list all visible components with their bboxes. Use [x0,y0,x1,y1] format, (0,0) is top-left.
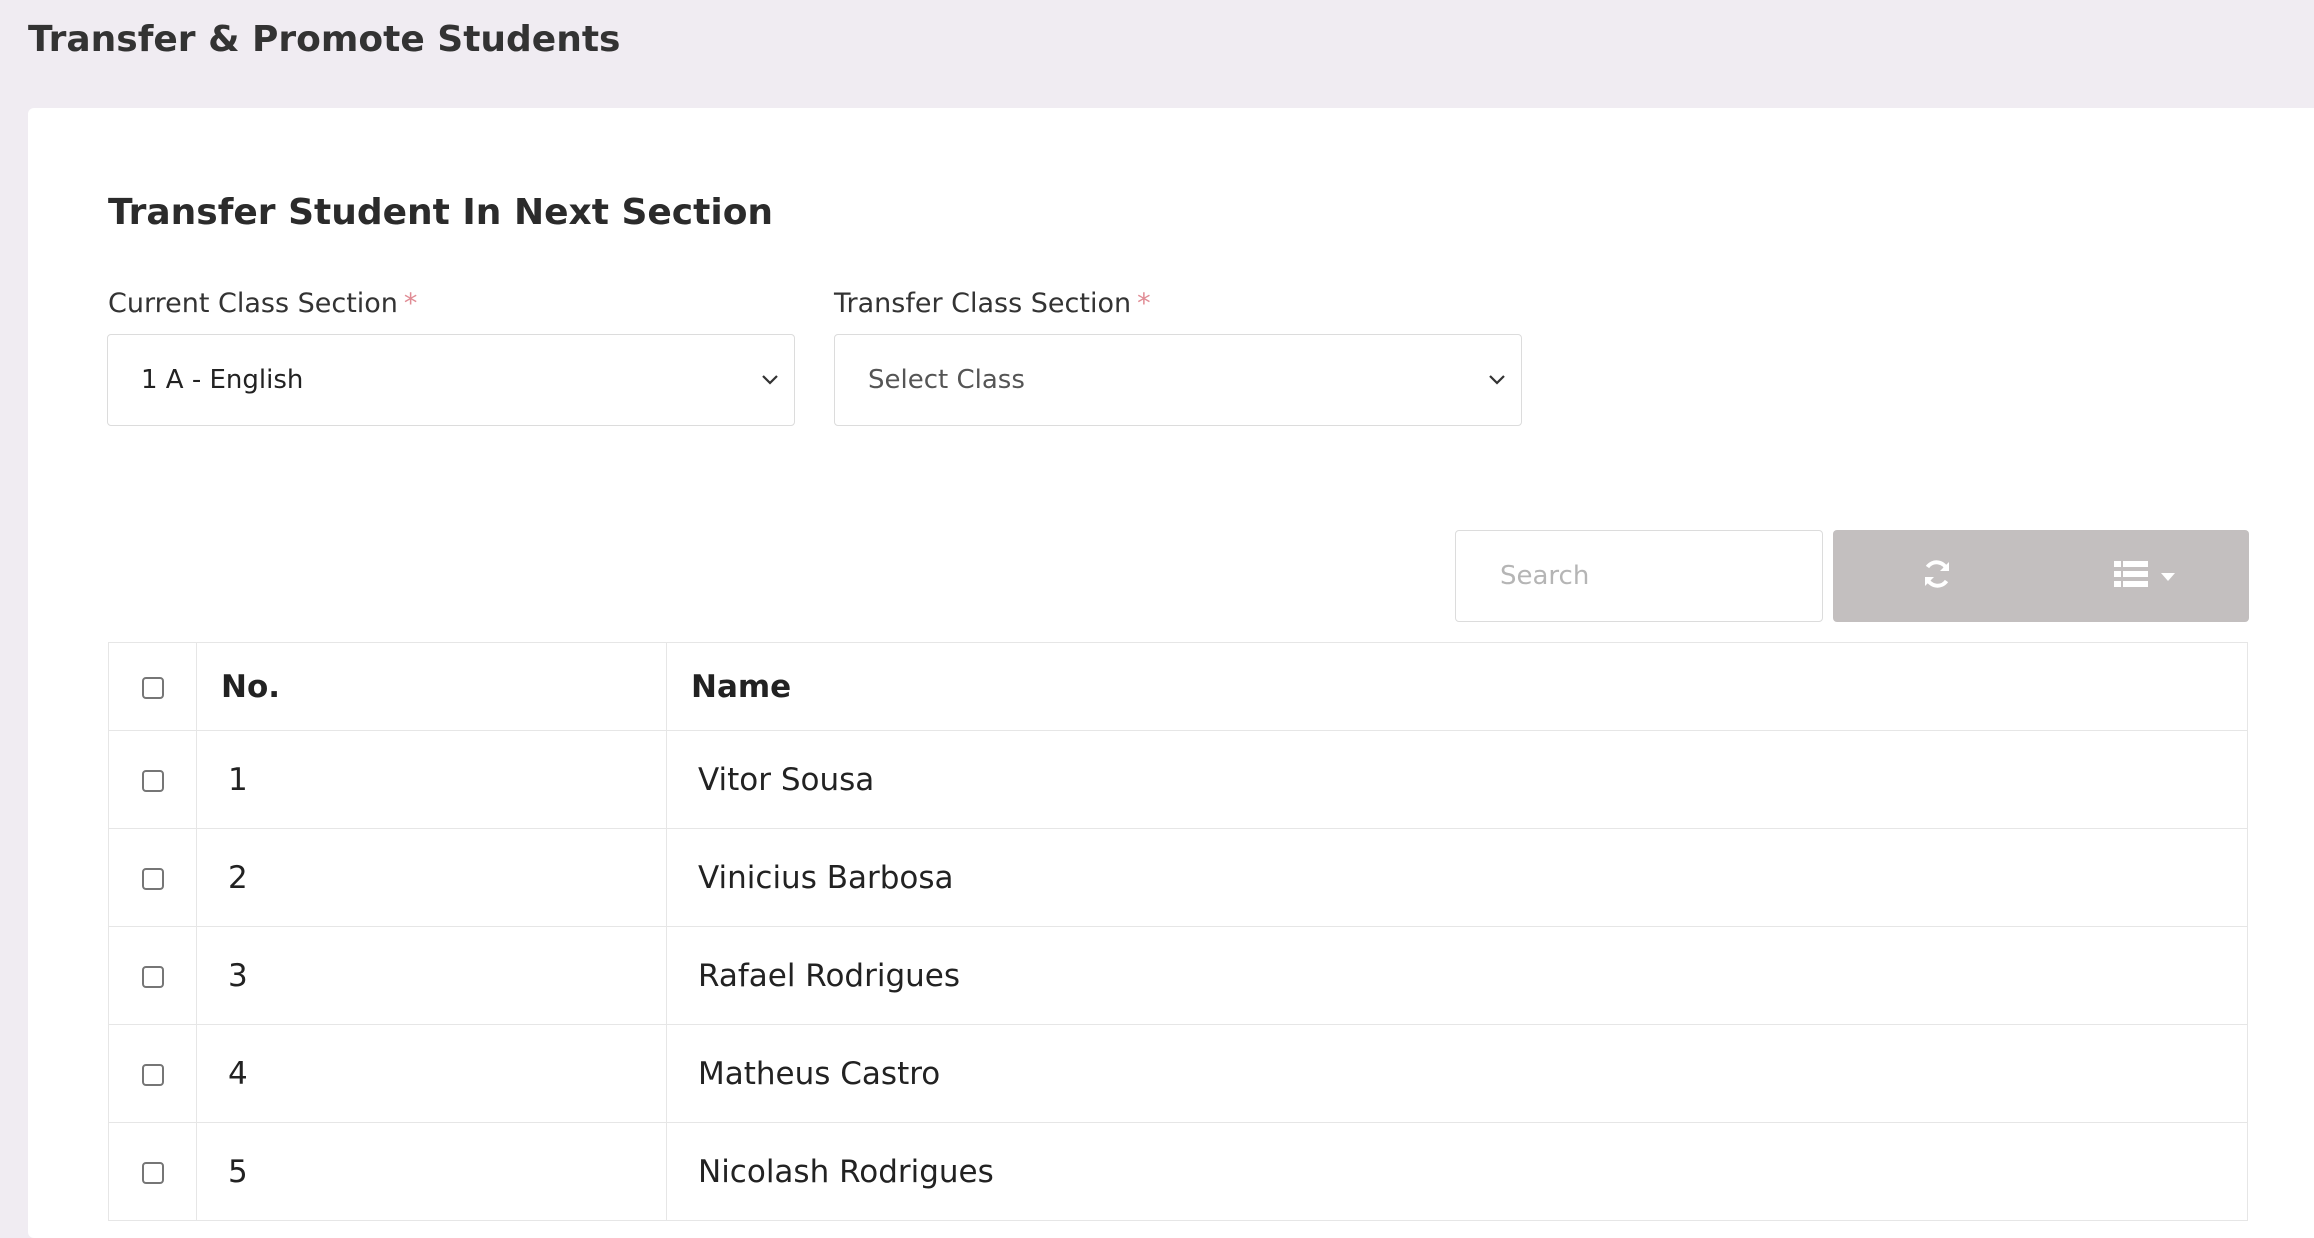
row-name: Nicolash Rodrigues [666,1122,2248,1221]
table-toolbar-buttons [1833,530,2249,622]
table-row: 1 Vitor Sousa [108,730,2248,829]
row-no: 3 [196,926,667,1025]
row-name: Vitor Sousa [666,730,2248,829]
refresh-icon [1920,557,1954,595]
row-name: Vinicius Barbosa [666,828,2248,927]
row-name: Matheus Castro [666,1024,2248,1123]
table-row: 4 Matheus Castro [108,1024,2248,1123]
search-input[interactable] [1455,530,1823,622]
table-row: 3 Rafael Rodrigues [108,926,2248,1025]
row-no: 1 [196,730,667,829]
transfer-class-select[interactable]: Select Class [834,334,1522,426]
row-checkbox[interactable] [141,966,164,988]
row-no: 2 [196,828,667,927]
column-header-no[interactable]: No. [196,642,667,731]
card-title: Transfer Student In Next Section [108,192,774,233]
required-mark: * [1137,288,1151,319]
page-title: Transfer & Promote Students [28,19,621,60]
table-header-row: No. Name [108,642,2248,731]
row-name: Rafael Rodrigues [666,926,2248,1025]
row-checkbox[interactable] [141,1162,164,1184]
list-columns-icon [2114,560,2148,592]
chevron-down-icon [758,368,782,392]
row-no: 4 [196,1024,667,1123]
chevron-down-icon [1485,368,1509,392]
table-row: 5 Nicolash Rodrigues [108,1122,2248,1221]
current-class-label: Current Class Section * [108,288,418,319]
select-all-cell [108,642,197,731]
transfer-class-label: Transfer Class Section * [834,288,1151,319]
row-checkbox[interactable] [141,770,164,792]
caret-down-icon [2160,567,2176,586]
students-table: No. Name 1 Vitor Sousa 2 Vinicius Barbos… [108,642,2248,1221]
row-checkbox[interactable] [141,868,164,890]
row-no: 5 [196,1122,667,1221]
transfer-class-value: Select Class [868,365,1025,395]
refresh-button[interactable] [1833,530,2041,622]
columns-toggle-button[interactable] [2041,530,2249,622]
table-row: 2 Vinicius Barbosa [108,828,2248,927]
select-all-checkbox[interactable] [141,677,164,699]
current-class-value: 1 A - English [141,365,304,395]
row-checkbox[interactable] [141,1064,164,1086]
transfer-card: Transfer Student In Next Section Current… [28,108,2314,1238]
current-class-select[interactable]: 1 A - English [107,334,795,426]
column-header-name[interactable]: Name [666,642,2248,731]
required-mark: * [403,288,418,319]
